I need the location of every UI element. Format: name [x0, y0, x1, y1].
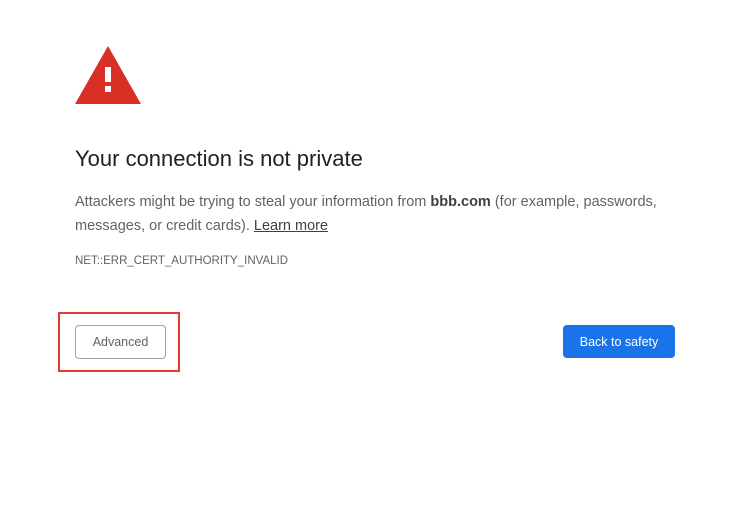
learn-more-link[interactable]: Learn more [254, 218, 328, 234]
page-title: Your connection is not private [75, 146, 363, 171]
advanced-button[interactable]: Advanced [75, 325, 166, 359]
domain-name: bbb.com [430, 194, 491, 210]
warning-triangle-icon [75, 46, 141, 104]
ssl-error-page: Your connection is not private Attackers… [0, 0, 753, 518]
description-text-start: Attackers might be trying to steal your … [75, 194, 431, 210]
error-code: NET::ERR_CERT_AUTHORITY_INVALID [75, 255, 289, 267]
back-to-safety-button[interactable]: Back to safety [563, 325, 675, 358]
error-description: Attackers might be trying to steal your … [75, 190, 675, 238]
